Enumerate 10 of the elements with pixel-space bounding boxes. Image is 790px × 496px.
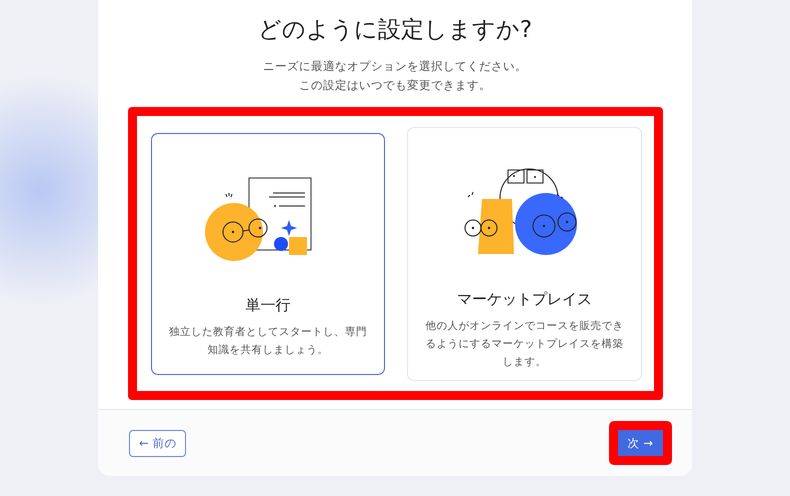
option-title: マーケットプレイス: [456, 290, 592, 308]
dialog-title: どのように設定しますか?: [258, 16, 532, 45]
option-title: 単一行: [245, 296, 290, 314]
option-description: 他の人がオンラインでコースを販売できるようにするマーケットプレイスを構築します。: [424, 318, 624, 370]
next-button[interactable]: 次 →: [618, 430, 663, 456]
back-button[interactable]: ← 前の: [129, 430, 186, 456]
option-card[interactable]: マーケットプレイス 他の人がオンラインでコースを販売できるようにするマーケットプレイスを構築します。: [407, 126, 642, 380]
option-card[interactable]: 単一行 独立した教育者としてスタートし、専門知識を共有しましょう。: [150, 132, 385, 374]
dialog-subtitle: ニーズに最適なオプションを選択してください。この設定はいつでも変更できます。: [262, 58, 528, 94]
option-description: 独立した教育者としてスタートし、専門知識を共有しましょう。: [168, 324, 368, 358]
